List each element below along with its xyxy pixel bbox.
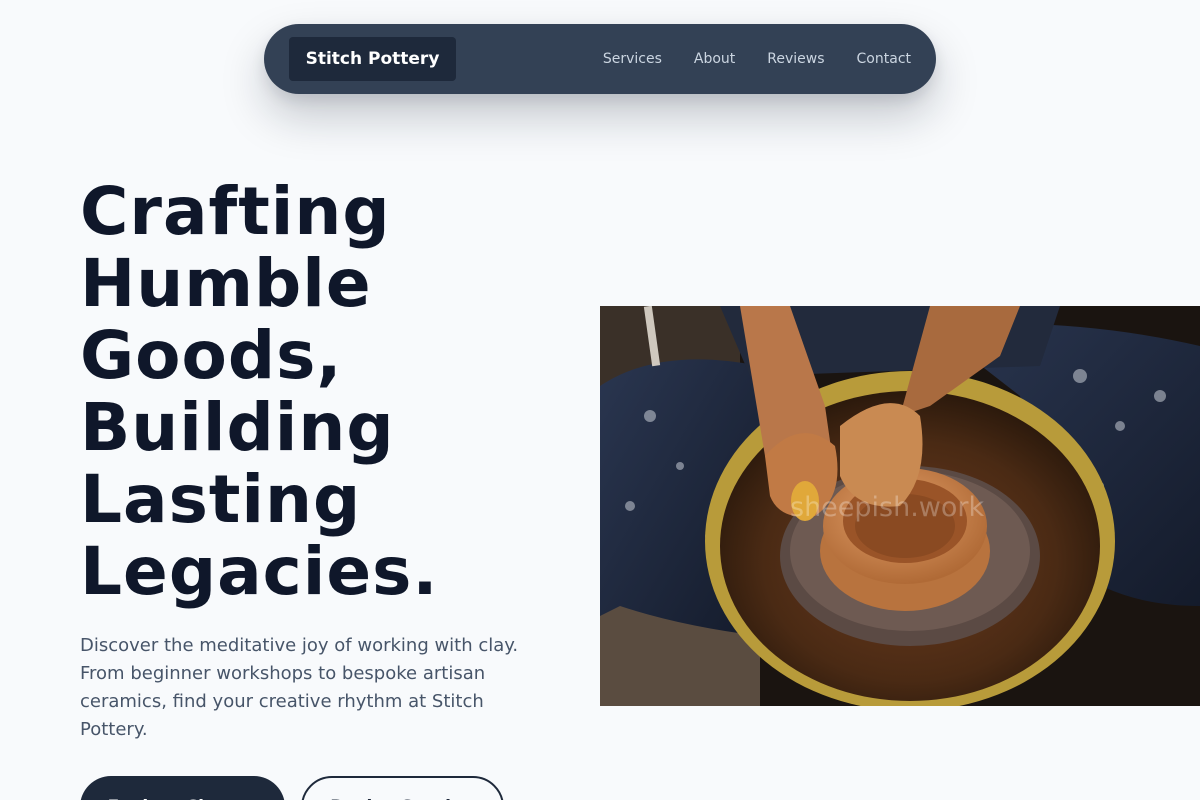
headline-line: Legacies. [80, 533, 439, 610]
book-session-button[interactable]: Book a Session [301, 776, 504, 800]
nav-link-contact[interactable]: Contact [857, 51, 911, 67]
headline-line: Crafting [80, 173, 391, 250]
image-watermark: sheepish.work [790, 492, 985, 523]
nav-link-about[interactable]: About [694, 51, 735, 67]
hero-image-pottery-wheel: sheepish.work [600, 306, 1200, 706]
hero-subtext: Discover the meditative joy of working w… [80, 635, 519, 740]
landing-page: Stitch Pottery Services About Reviews Co… [0, 0, 1200, 800]
headline-line: Humble [80, 245, 372, 322]
headline-line: Goods, [80, 317, 343, 394]
headline-line: Building [80, 389, 395, 466]
hero-headline: Crafting Humble Goods, Building Lasting … [80, 176, 560, 608]
nav-link-reviews[interactable]: Reviews [767, 51, 824, 67]
nav-links: Services About Reviews Contact [603, 24, 911, 94]
nav-link-services[interactable]: Services [603, 51, 662, 67]
brand-logo[interactable]: Stitch Pottery [289, 37, 456, 81]
explore-classes-button[interactable]: Explore Classes [80, 776, 285, 800]
headline-line: Lasting [80, 461, 362, 538]
top-navbar: Stitch Pottery Services About Reviews Co… [264, 24, 936, 94]
